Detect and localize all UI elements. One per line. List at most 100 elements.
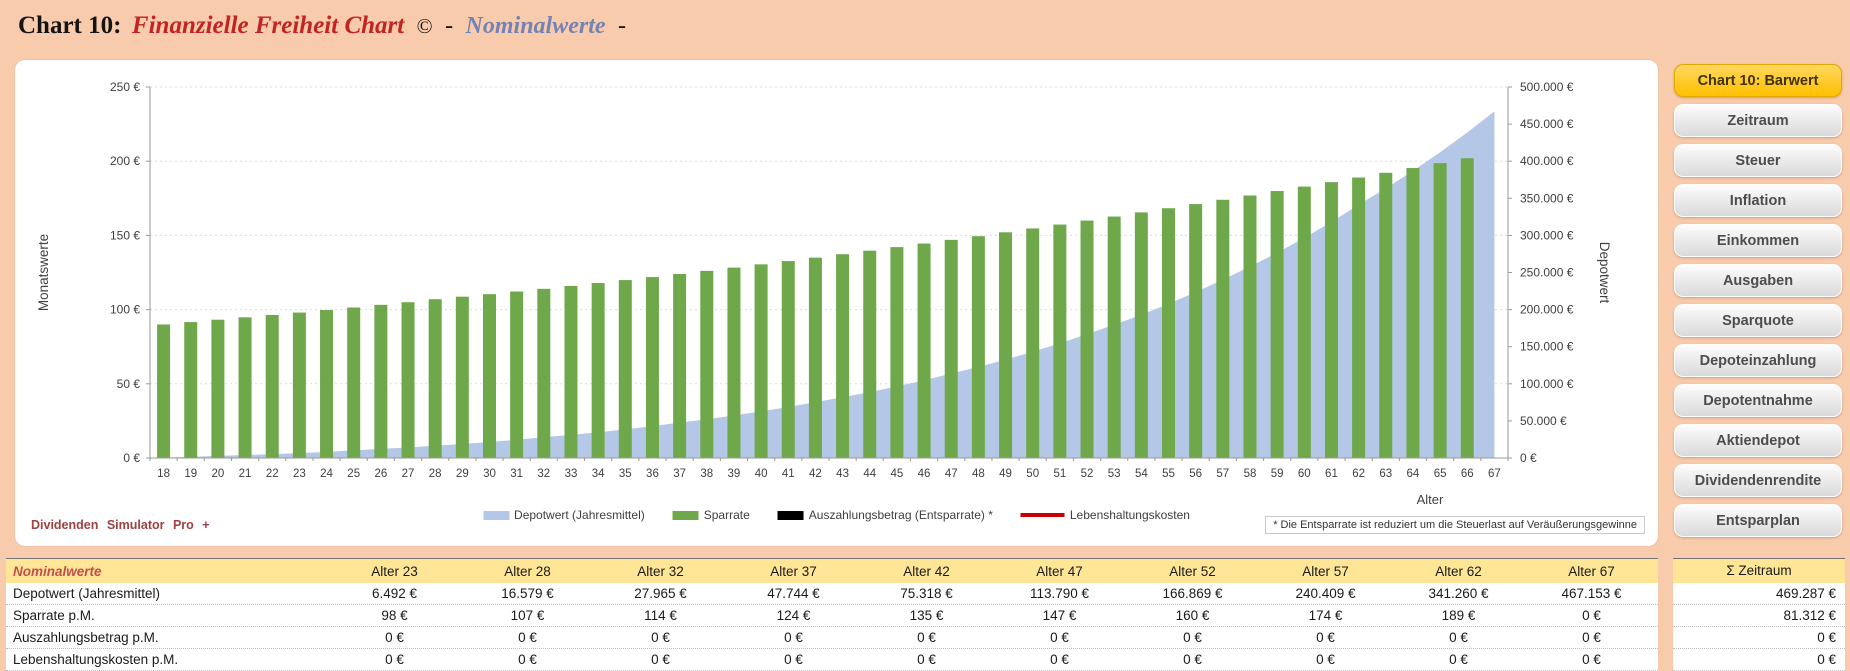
x-axis-label: 45 — [891, 468, 904, 480]
table-header-nominalwerte: Nominalwerte — [6, 564, 328, 579]
legend-label: Sparrate — [704, 508, 750, 522]
nav-button-inflation[interactable]: Inflation — [1674, 184, 1842, 217]
bar — [1352, 178, 1365, 458]
x-axis-label: 38 — [700, 468, 713, 480]
value-cell: 240.409 € — [1259, 586, 1392, 601]
bar — [619, 280, 632, 458]
x-axis-label: 24 — [320, 468, 333, 480]
right-axis-label: 500.000 € — [1520, 80, 1574, 94]
column-header-alter-52: Alter 52 — [1126, 564, 1259, 579]
x-axis-label: 48 — [972, 468, 985, 480]
value-cell: 135 € — [860, 608, 993, 623]
row-label: Auszahlungsbetrag p.M. — [6, 630, 328, 645]
value-cell: 0 € — [993, 630, 1126, 645]
nav-button-aktiendepot[interactable]: Aktiendepot — [1674, 424, 1842, 457]
nav-button-dividendenrendite[interactable]: Dividendenrendite — [1674, 464, 1842, 497]
legend-swatch-sparrate — [673, 511, 699, 520]
sum-cell-sparrate-p-m: 81.312 € — [1673, 605, 1845, 627]
sum-cell-lebenshaltungskosten-p-m: 0 € — [1673, 649, 1845, 671]
x-axis-label: 27 — [402, 468, 415, 480]
value-cell: 0 € — [727, 652, 860, 667]
nav-button-einkommen[interactable]: Einkommen — [1674, 224, 1842, 257]
nav-button-depotentnahme[interactable]: Depotentnahme — [1674, 384, 1842, 417]
value-cell: 107 € — [461, 608, 594, 623]
x-axis-label: 51 — [1053, 468, 1066, 480]
value-cell: 0 € — [328, 630, 461, 645]
value-cell: 75.318 € — [860, 586, 993, 601]
value-cell: 0 € — [993, 652, 1126, 667]
nav-button-entsparplan[interactable]: Entsparplan — [1674, 504, 1842, 537]
x-axis-label: 63 — [1379, 468, 1392, 480]
nav-button-sparquote[interactable]: Sparquote — [1674, 304, 1842, 337]
column-header-alter-42: Alter 42 — [860, 564, 993, 579]
chart-panel: 0 €50 €100 €150 €200 €250 €0 €50.000 €10… — [15, 60, 1658, 546]
left-axis-label: 200 € — [110, 154, 140, 168]
x-axis-label: 58 — [1244, 468, 1257, 480]
nav-button-ausgaben[interactable]: Ausgaben — [1674, 264, 1842, 297]
table-row-auszahlungsbetrag-p-m: Auszahlungsbetrag p.M.0 €0 €0 €0 €0 €0 €… — [6, 627, 1658, 649]
x-axis-label: 43 — [836, 468, 849, 480]
sum-cell-auszahlungsbetrag-p-m: 0 € — [1673, 627, 1845, 649]
value-cell: 0 € — [1126, 630, 1259, 645]
bar — [1271, 191, 1284, 458]
right-axis-label: 250.000 € — [1520, 266, 1574, 280]
x-axis-title: Alter — [1417, 492, 1444, 507]
value-cell: 0 € — [461, 652, 594, 667]
bar — [1135, 212, 1148, 458]
value-cell: 0 € — [328, 652, 461, 667]
table-row-sparrate-p-m: Sparrate p.M.98 €107 €114 €124 €135 €147… — [6, 605, 1658, 627]
value-cell: 0 € — [1259, 630, 1392, 645]
values-table: NominalwerteAlter 23Alter 28Alter 32Alte… — [6, 558, 1658, 671]
bar — [157, 324, 170, 458]
right-axis-label: 300.000 € — [1520, 228, 1574, 242]
bar — [1162, 208, 1175, 458]
table-row-depotwert-jahresmittel: Depotwert (Jahresmittel)6.492 €16.579 €2… — [6, 583, 1658, 605]
x-axis-label: 25 — [347, 468, 360, 480]
x-axis-label: 39 — [728, 468, 741, 480]
x-axis-label: 44 — [863, 468, 876, 480]
bar — [1108, 217, 1121, 458]
x-axis-label: 60 — [1298, 468, 1311, 480]
bar — [1325, 182, 1338, 458]
legend-item-depotwert-jahresmittel: Depotwert (Jahresmittel) — [483, 508, 645, 522]
right-axis-label: 450.000 € — [1520, 117, 1574, 131]
nav-button-zeitraum[interactable]: Zeitraum — [1674, 104, 1842, 137]
left-axis-label: 250 € — [110, 80, 140, 94]
value-cell: 6.492 € — [328, 586, 461, 601]
left-axis-label: 150 € — [110, 228, 140, 242]
bar — [374, 305, 387, 458]
nav-button-depoteinzahlung[interactable]: Depoteinzahlung — [1674, 344, 1842, 377]
x-axis-label: 55 — [1162, 468, 1175, 480]
value-cell: 174 € — [1259, 608, 1392, 623]
title-dash-1: - — [445, 13, 453, 39]
x-axis-label: 37 — [673, 468, 686, 480]
x-axis-label: 26 — [374, 468, 387, 480]
legend-label: Auszahlungsbetrag (Entsparrate) * — [809, 508, 993, 522]
column-header-alter-32: Alter 32 — [594, 564, 727, 579]
bar — [1189, 204, 1202, 458]
column-header-alter-47: Alter 47 — [993, 564, 1126, 579]
x-axis-label: 59 — [1271, 468, 1284, 480]
row-label: Sparrate p.M. — [6, 608, 328, 623]
value-cell: 0 € — [727, 630, 860, 645]
bar — [727, 268, 740, 458]
legend-item-sparrate: Sparrate — [673, 508, 750, 522]
bar — [863, 251, 876, 458]
legend-label: Depotwert (Jahresmittel) — [514, 508, 645, 522]
x-axis-label: 61 — [1325, 468, 1338, 480]
sum-column-header: Σ Zeitraum — [1673, 559, 1845, 583]
nav-button-chart-10-barwert[interactable]: Chart 10: Barwert — [1674, 64, 1842, 97]
value-cell: 0 € — [1525, 608, 1658, 623]
bar — [239, 317, 252, 458]
bar — [510, 291, 523, 458]
nav-button-steuer[interactable]: Steuer — [1674, 144, 1842, 177]
value-cell: 114 € — [594, 608, 727, 623]
row-label: Lebenshaltungskosten p.M. — [6, 652, 328, 667]
value-cell: 0 € — [1259, 652, 1392, 667]
legend-item-auszahlungsbetrag-entsparrate: Auszahlungsbetrag (Entsparrate) * — [778, 508, 993, 522]
legend-swatch-lebenshaltungskosten — [1021, 513, 1065, 517]
value-cell: 160 € — [1126, 608, 1259, 623]
legend-swatch-auszahlungsbetrag-entsparrate — [778, 511, 804, 520]
value-cell: 47.744 € — [727, 586, 860, 601]
value-cell: 166.869 € — [1126, 586, 1259, 601]
